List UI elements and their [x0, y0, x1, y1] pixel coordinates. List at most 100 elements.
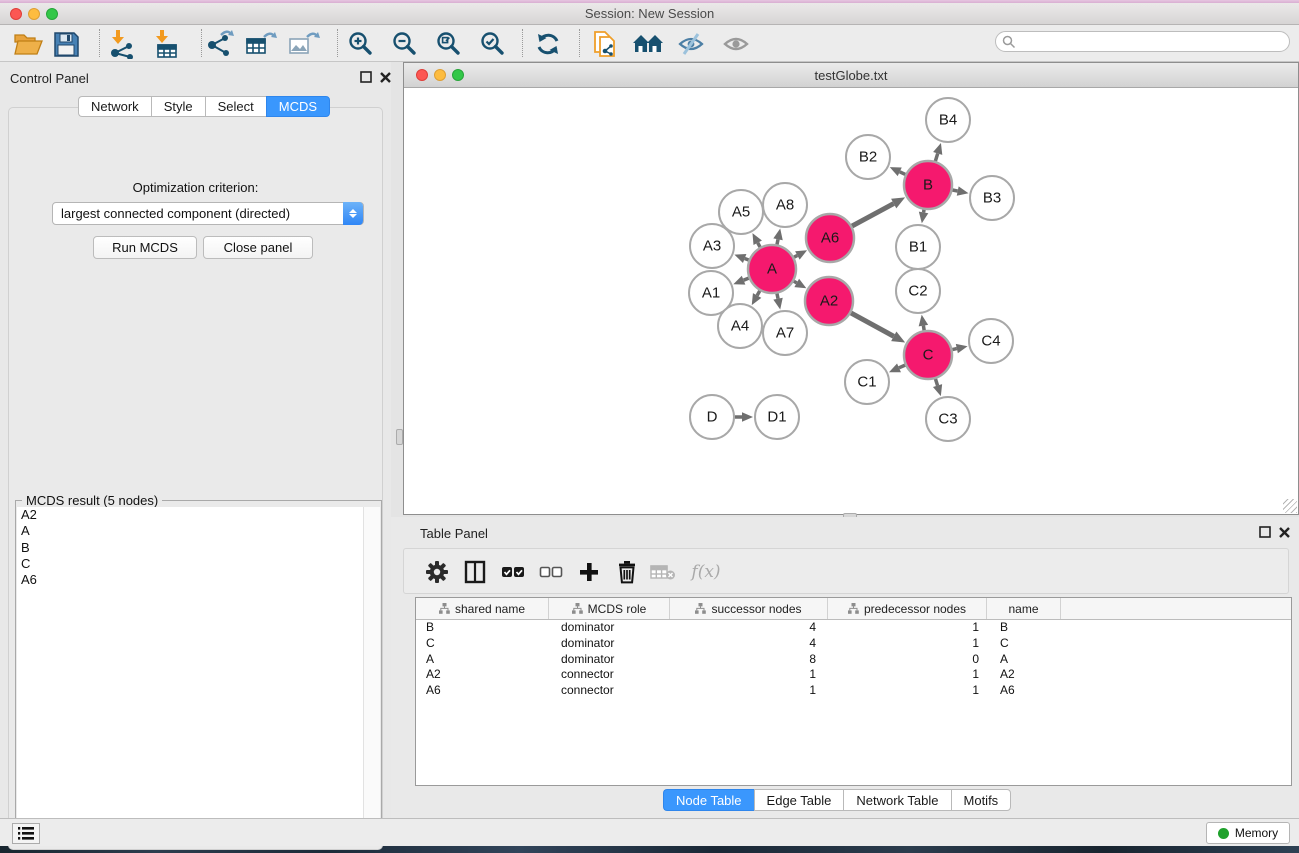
table-cell[interactable]: A6	[416, 683, 549, 699]
window-resize-grip[interactable]	[1283, 499, 1297, 513]
table-cell[interactable]	[1061, 667, 1291, 683]
table-row[interactable]: Cdominator41C	[416, 636, 1291, 652]
table-cell[interactable]: dominator	[549, 652, 670, 668]
refresh-layout-icon[interactable]	[532, 28, 564, 60]
table-cell[interactable]: 1	[670, 683, 828, 699]
table-cell[interactable]: A	[987, 652, 1061, 668]
table-cell[interactable]: connector	[549, 667, 670, 683]
delete-table-icon[interactable]	[648, 557, 678, 587]
table-cell[interactable]: A	[416, 652, 549, 668]
column-header-mcds-role[interactable]: MCDS role	[549, 598, 670, 619]
criterion-dropdown[interactable]: largest connected component (directed)	[52, 202, 364, 225]
network-canvas[interactable]: B4B2BB3B1A5A8A6A3AA1C2A4A7A2C4CC1C3DD1	[404, 88, 1298, 514]
table-cell[interactable]: 1	[828, 620, 987, 636]
graph-edge-A-A2[interactable]	[794, 281, 797, 283]
network-graph[interactable]: B4B2BB3B1A5A8A6A3AA1C2A4A7A2C4CC1C3DD1	[404, 88, 1298, 514]
gear-icon[interactable]	[422, 557, 452, 587]
graph-edge-C-C1[interactable]	[899, 365, 905, 368]
import-network-icon[interactable]	[106, 28, 138, 60]
network-window-titlebar[interactable]: testGlobe.txt	[404, 63, 1298, 88]
delete-row-trash-icon[interactable]	[612, 557, 642, 587]
graph-edge-C-C4[interactable]	[952, 349, 956, 350]
table-cell[interactable]: 1	[828, 636, 987, 652]
graph-edge-A-A4[interactable]	[757, 291, 760, 296]
table-cell[interactable]: 4	[670, 636, 828, 652]
graph-edge-A2-C[interactable]	[851, 313, 894, 336]
column-header-predecessor-nodes[interactable]: predecessor nodes	[828, 598, 987, 619]
tab-select[interactable]: Select	[205, 96, 266, 117]
vertical-splitter-handle[interactable]	[396, 429, 403, 445]
graph-edge-A-A1[interactable]	[744, 278, 749, 280]
zoom-fit-icon[interactable]	[433, 28, 465, 60]
tab-motifs[interactable]: Motifs	[951, 789, 1012, 811]
open-session-icon[interactable]	[12, 28, 44, 60]
table-cell[interactable]	[1061, 683, 1291, 699]
mcds-result-item[interactable]: A6	[17, 572, 365, 588]
graph-edge-A6-B[interactable]	[852, 204, 894, 227]
import-table-icon[interactable]	[150, 28, 182, 60]
mcds-result-item[interactable]: B	[17, 540, 365, 556]
home-icons[interactable]	[632, 28, 664, 60]
table-row[interactable]: Adominator80A	[416, 652, 1291, 668]
tab-style[interactable]: Style	[151, 96, 205, 117]
column-header-shared-name[interactable]: shared name	[416, 598, 549, 619]
zoom-out-icon[interactable]	[389, 28, 421, 60]
close-panel-button[interactable]: Close panel	[203, 236, 313, 259]
float-table-panel-icon[interactable]	[1259, 526, 1272, 539]
table-cell[interactable]: C	[987, 636, 1061, 652]
export-network-icon[interactable]	[204, 28, 236, 60]
task-history-button[interactable]	[12, 823, 40, 844]
zoom-in-icon[interactable]	[345, 28, 377, 60]
graph-edge-A-A3[interactable]	[745, 259, 749, 261]
column-header-name[interactable]: name	[987, 598, 1061, 619]
graph-edge-A-A8[interactable]	[777, 239, 778, 244]
close-panel-icon[interactable]	[379, 71, 392, 84]
table-cell[interactable]: dominator	[549, 636, 670, 652]
graph-edge-C-C2[interactable]	[923, 326, 924, 331]
graph-edge-A-A6[interactable]	[794, 255, 797, 257]
hide-selected-icon[interactable]	[675, 28, 707, 60]
column-header-successor-nodes[interactable]: successor nodes	[670, 598, 828, 619]
table-cell[interactable]: 1	[670, 667, 828, 683]
table-cell[interactable]: A2	[987, 667, 1061, 683]
save-session-icon[interactable]	[50, 28, 82, 60]
table-cell[interactable]: 1	[828, 667, 987, 683]
memory-button[interactable]: Memory	[1206, 822, 1290, 844]
graph-edge-A-A7[interactable]	[777, 293, 778, 298]
graph-edge-C-C3[interactable]	[935, 379, 937, 386]
graph-edge-B-B2[interactable]	[900, 172, 906, 175]
table-cell[interactable]	[1061, 636, 1291, 652]
tab-edge-table[interactable]: Edge Table	[754, 789, 844, 811]
table-row[interactable]: Bdominator41B	[416, 620, 1291, 636]
node-table[interactable]: shared name MCDS role successor nodes pr…	[415, 597, 1292, 786]
table-cell[interactable]: 8	[670, 652, 828, 668]
mcds-result-list[interactable]: A2ABCA6	[17, 507, 365, 841]
table-cell[interactable]: C	[416, 636, 549, 652]
tab-network-table[interactable]: Network Table	[843, 789, 950, 811]
graph-edge-B-B3[interactable]	[952, 190, 957, 191]
table-row[interactable]: A2connector11A2	[416, 667, 1291, 683]
copy-current-network-icon[interactable]	[590, 28, 622, 60]
select-all-icon[interactable]	[498, 557, 528, 587]
tab-network[interactable]: Network	[78, 96, 151, 117]
table-cell[interactable]: B	[416, 620, 549, 636]
table-cell[interactable]: 4	[670, 620, 828, 636]
table-cell[interactable]: dominator	[549, 620, 670, 636]
tab-node-table[interactable]: Node Table	[663, 789, 754, 811]
show-eye-icon[interactable]	[720, 28, 752, 60]
graph-edge-B-B4[interactable]	[935, 153, 937, 161]
table-cell[interactable]: 1	[828, 683, 987, 699]
graph-edge-A-A5[interactable]	[758, 243, 760, 247]
close-table-panel-icon[interactable]	[1278, 526, 1291, 539]
mcds-result-item[interactable]: A	[17, 523, 365, 539]
tab-mcds[interactable]: MCDS	[266, 96, 330, 117]
table-cell[interactable]: A2	[416, 667, 549, 683]
deselect-all-icon[interactable]	[536, 557, 566, 587]
table-cell[interactable]: 0	[828, 652, 987, 668]
export-table-icon[interactable]	[245, 28, 277, 60]
search-field[interactable]	[995, 31, 1290, 52]
table-cell[interactable]	[1061, 652, 1291, 668]
column-selector-icon[interactable]	[460, 557, 490, 587]
search-input[interactable]	[1016, 35, 1289, 49]
mcds-result-item[interactable]: C	[17, 556, 365, 572]
